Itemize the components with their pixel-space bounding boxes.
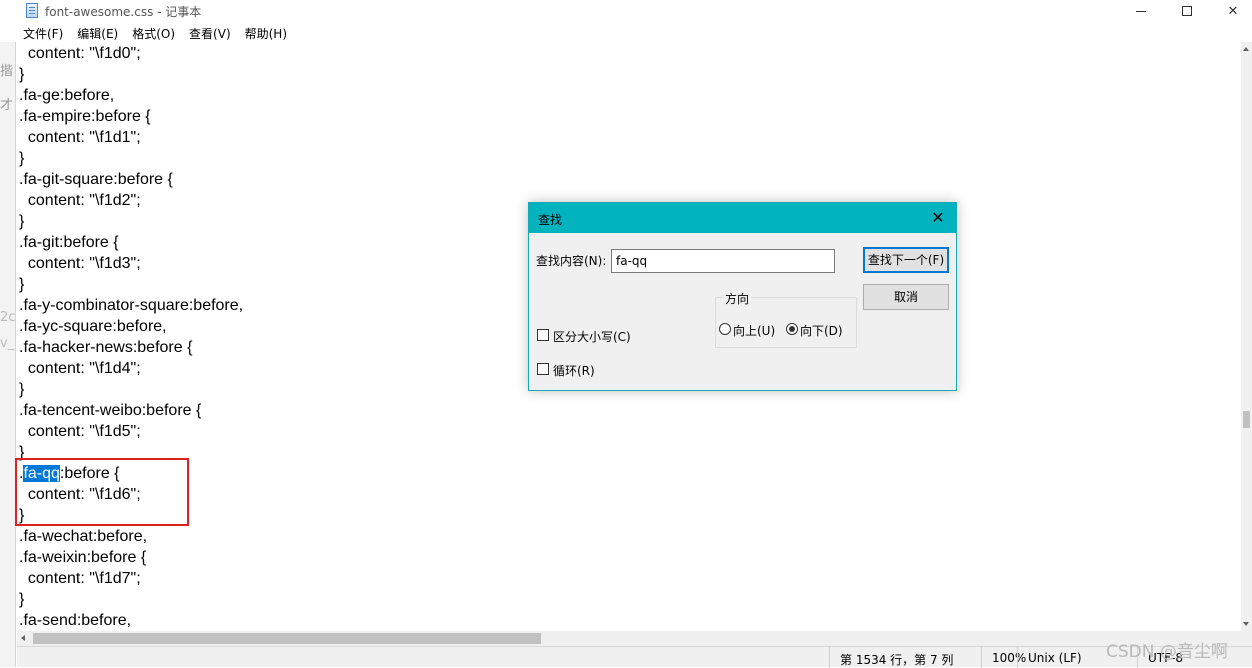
code-line: } [19,444,25,461]
code-line: content: "\f1d4"; [19,360,141,377]
code-line: .fa-ge:before, [19,87,115,104]
code-line: } [19,66,25,83]
direction-down-label[interactable]: 向下(D) [800,322,843,339]
background-window-edge: 揩 才 2c v_ [0,42,16,667]
background-text-fragment: 揩 [0,64,14,79]
direction-up-radio[interactable] [719,323,731,335]
find-next-button[interactable]: 查找下一个(F) [863,247,949,273]
close-icon: ✕ [1227,3,1239,19]
code-line: content: "\f1d7"; [19,570,141,587]
code-line: .fa-empire:before { [19,108,151,125]
background-text-fragment: v_ [0,336,15,351]
menu-file[interactable]: 文件(F) [16,22,70,42]
minimize-button[interactable] [1118,0,1164,22]
code-line: .fa-send:before, [19,612,132,629]
direction-up-label[interactable]: 向上(U) [733,322,775,339]
code-line: content: "\f1d6"; [19,486,141,503]
code-line: content: "\f1d5"; [19,423,141,440]
code-line: } [19,150,25,167]
direction-down-radio[interactable] [786,323,798,335]
cursor-position: 第 1534 行，第 7 列 [829,647,981,668]
horizontal-scrollbar[interactable] [17,631,1241,646]
wrap-label[interactable]: 循环(R) [553,362,595,379]
menu-format[interactable]: 格式(O) [125,22,182,42]
close-button[interactable]: ✕ [1210,0,1252,22]
dialog-close-icon[interactable]: ✕ [926,207,950,229]
selection-suffix: :before { [59,465,120,482]
code-line: .fa-wechat:before, [19,528,148,545]
background-text-fragment: 才 [0,98,14,113]
menu-help[interactable]: 帮助(H) [238,22,294,42]
maximize-icon [1182,6,1192,16]
code-line: content: "\f1d3"; [19,255,141,272]
menu-edit[interactable]: 编辑(E) [70,22,125,42]
code-line: content: "\f1d1"; [19,129,141,146]
code-line-selected: .fa-qq:before { [19,463,120,484]
watermark: CSDN @音尘啊 [1106,642,1228,662]
code-line: .fa-y-combinator-square:before, [19,297,244,314]
match-case-checkbox[interactable] [537,329,549,341]
window-title: font-awesome.css - 记事本 [45,5,202,19]
direction-group: 方向 向上(U) 向下(D) [715,290,857,348]
code-line: .fa-weixin:before { [19,549,147,566]
menu-bar: 文件(F) 编辑(E) 格式(O) 查看(V) 帮助(H) [16,22,1252,42]
code-line: } [19,213,25,230]
cancel-button[interactable]: 取消 [863,284,949,310]
scroll-down-icon[interactable] [1243,622,1249,626]
notepad-icon [26,3,38,18]
code-line: .fa-tencent-weibo:before { [19,402,202,419]
status-bar: 第 1534 行，第 7 列 100% Unix (LF) UTF-8 [17,646,1252,668]
code-line: .fa-yc-square:before, [19,318,167,335]
maximize-button[interactable] [1164,0,1210,22]
wrap-checkbox[interactable] [537,363,549,375]
code-line: content: "\f1d0"; [19,45,141,62]
code-line: .fa-git:before { [19,234,119,251]
code-line: } [19,591,25,608]
scroll-left-icon[interactable] [21,635,25,641]
code-line: content: "\f1d2"; [19,192,141,209]
code-line: } [19,381,25,398]
find-input[interactable] [611,249,835,273]
background-text-fragment: 2c [0,310,16,325]
vertical-scroll-thumb[interactable] [1243,411,1250,428]
find-dialog: 查找 ✕ 查找内容(N): 查找下一个(F) 取消 方向 向上(U) 向下(D)… [528,202,957,391]
match-case-label[interactable]: 区分大小写(C) [553,328,631,345]
selected-text: fa-qq [23,465,60,482]
scrollbar-corner [1241,631,1252,646]
direction-label: 方向 [723,290,752,307]
code-line: } [19,507,25,524]
horizontal-scroll-thumb[interactable] [33,633,541,644]
dialog-title: 查找 [538,213,563,227]
minimize-icon [1136,10,1146,12]
scroll-up-icon[interactable] [1243,47,1249,51]
dialog-title-bar: 查找 ✕ [529,203,956,233]
title-bar: font-awesome.css - 记事本 ✕ [0,0,1252,22]
menu-view[interactable]: 查看(V) [182,22,238,42]
code-line: .fa-git-square:before { [19,171,173,188]
vertical-scrollbar[interactable] [1241,42,1252,631]
code-line: .fa-hacker-news:before { [19,339,193,356]
code-line: } [19,276,25,293]
find-label: 查找内容(N): [536,254,607,268]
